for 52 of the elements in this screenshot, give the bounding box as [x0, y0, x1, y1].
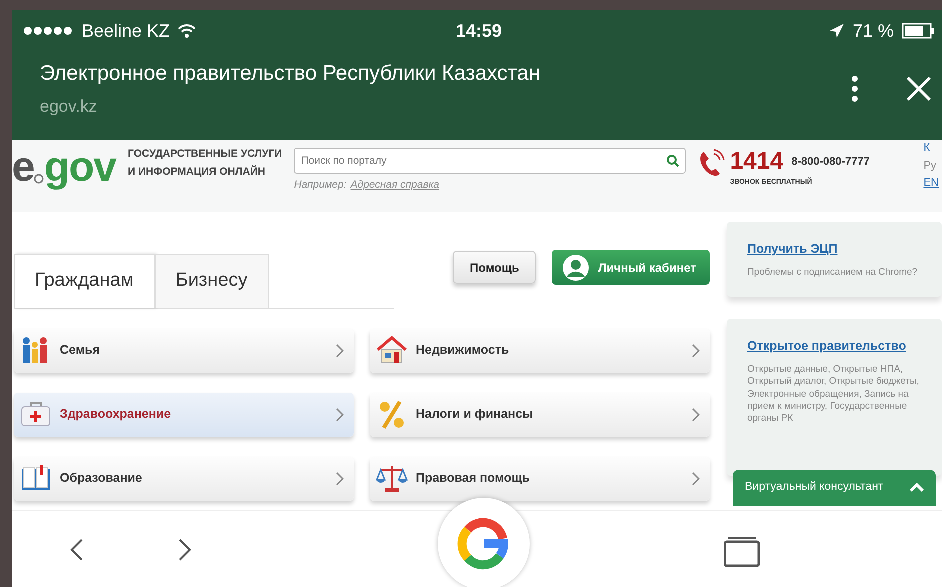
category-item[interactable]: Налоги и финансы — [370, 392, 710, 436]
house-icon — [376, 334, 408, 366]
language-link[interactable]: EN — [924, 175, 939, 193]
search-field[interactable]: Поиск по порталу — [294, 148, 686, 174]
signal-icon — [24, 26, 74, 36]
card-text: Открытые данные, Открытые НПА, Открытый диалог, Открытые бюджеты, Электронные обращения, Запись на прием к министру, Государственные органы РК — [747, 364, 920, 426]
wifi-icon — [178, 24, 196, 38]
user-avatar-icon — [562, 254, 590, 282]
chevron-right-icon — [692, 344, 700, 358]
account-button[interactable]: Личный кабинет — [552, 250, 710, 285]
tab[interactable]: Гражданам — [14, 254, 155, 308]
tagline-text: ГОСУДАРСТВЕННЫЕ УСЛУГИ — [128, 147, 282, 162]
search-icon[interactable] — [667, 155, 680, 167]
language-link[interactable]: К — [924, 140, 939, 158]
emblem-icon — [34, 174, 44, 184]
category-item[interactable]: Семья — [14, 328, 354, 372]
language-link[interactable]: Ру — [924, 158, 939, 176]
back-icon[interactable] — [70, 538, 84, 562]
chevron-up-icon — [910, 483, 924, 493]
chevron-right-icon — [692, 408, 700, 422]
battery-icon — [902, 23, 934, 39]
tagline-text: И ИНФОРМАЦИЯ ОНЛАЙН — [128, 164, 266, 180]
phone-number: 8-800-080-7777 — [792, 154, 870, 170]
chevron-right-icon — [336, 408, 344, 422]
chevron-right-icon — [336, 472, 344, 486]
logo-text: gov — [44, 146, 116, 188]
category-item[interactable]: Недвижимость — [370, 328, 710, 372]
category-item[interactable]: Образование — [14, 456, 354, 500]
clock: 14:59 — [456, 20, 502, 42]
tab[interactable]: Бизнесу — [154, 254, 269, 308]
example-label: Например: — [294, 178, 347, 193]
hotline-number: 1414 — [730, 150, 784, 174]
card-title-link[interactable]: Открытое правительство — [747, 337, 922, 356]
logo-text: e — [12, 146, 34, 188]
consultant-bar[interactable]: Виртуальный консультант — [733, 470, 936, 506]
tabs-icon[interactable] — [724, 535, 760, 567]
forward-icon[interactable] — [178, 538, 192, 562]
page-url: egov.kz — [40, 96, 98, 118]
category-item[interactable]: Здравоохранение — [14, 392, 354, 436]
page-title: Электронное правительство Республики Казахстан — [40, 61, 542, 87]
help-button[interactable]: Помощь — [453, 251, 536, 284]
chevron-right-icon — [692, 472, 700, 486]
location-arrow-icon — [828, 23, 845, 39]
multicolor-g-icon — [457, 517, 511, 571]
carrier-name: Beeline KZ — [82, 20, 170, 42]
example-link[interactable]: Адресная справка — [350, 178, 440, 194]
card-title-link[interactable]: Получить ЭЦП — [747, 240, 922, 259]
battery-percent: 71 % — [852, 20, 894, 42]
chevron-right-icon — [336, 344, 344, 358]
card-text: Проблемы с подписанием на Chrome? — [747, 266, 919, 280]
category-item[interactable]: Правовая помощь — [370, 456, 710, 500]
close-icon[interactable] — [906, 76, 932, 102]
